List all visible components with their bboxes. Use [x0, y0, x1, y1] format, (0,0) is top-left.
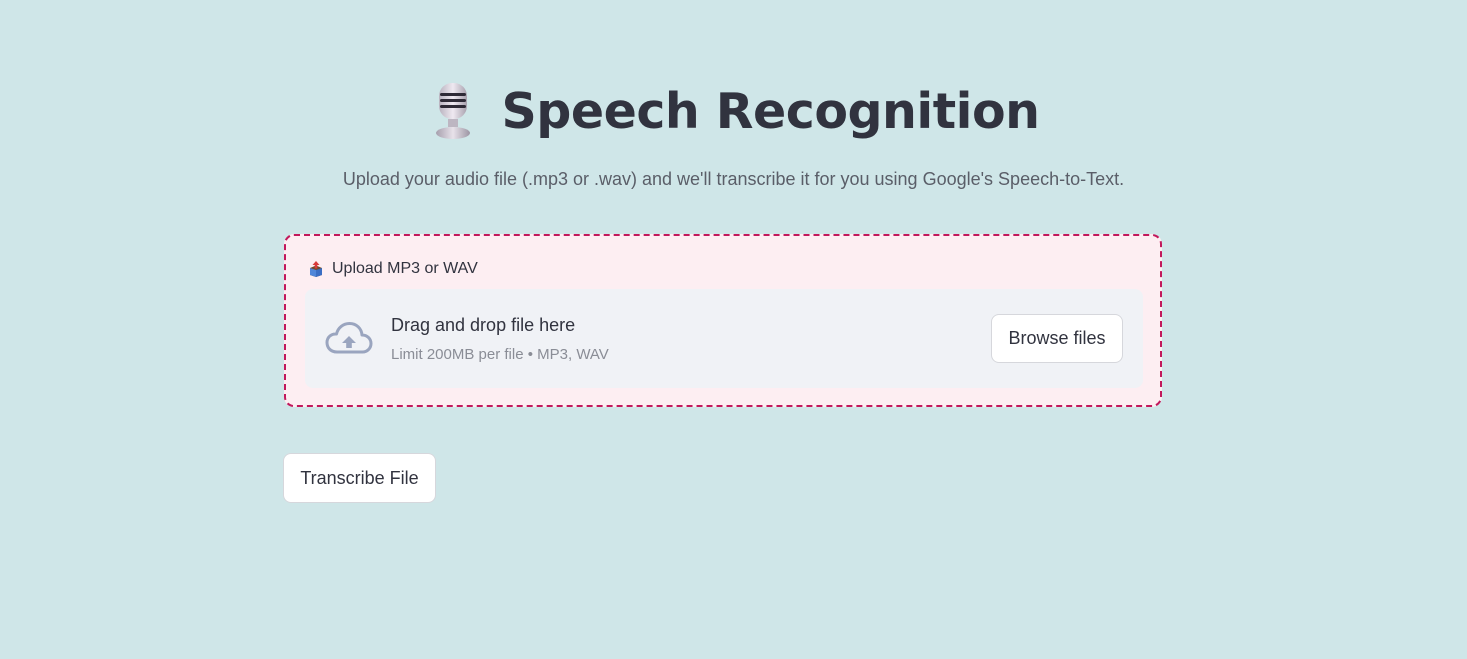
page-subtitle: Upload your audio file (.mp3 or .wav) an… — [342, 169, 1125, 189]
package-upload-icon — [310, 261, 322, 277]
transcribe-file-button[interactable]: Transcribe File — [283, 453, 436, 503]
dropzone-file-limit: Limit 200MB per file • MP3, WAV — [391, 346, 609, 363]
cloud-upload-icon — [325, 322, 373, 354]
page-header: Speech Recognition — [0, 78, 1467, 144]
uploader-label-text: Upload MP3 or WAV — [332, 260, 478, 277]
studio-microphone-icon — [436, 83, 471, 139]
browse-files-button[interactable]: Browse files — [991, 314, 1123, 363]
file-uploader: Upload MP3 or WAV Drag and drop file her… — [284, 234, 1162, 407]
uploader-label: Upload MP3 or WAV — [308, 260, 478, 278]
dropzone[interactable]: Drag and drop file here Limit 200MB per … — [305, 289, 1143, 388]
dropzone-instructions: Drag and drop file here — [391, 315, 576, 335]
page-title: Speech Recognition — [501, 82, 1040, 140]
